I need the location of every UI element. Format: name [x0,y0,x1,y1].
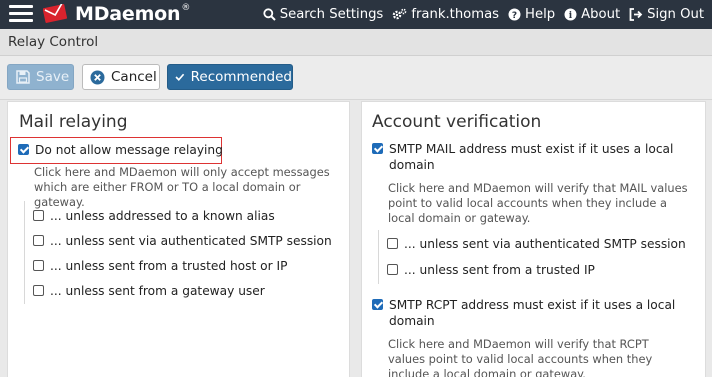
auth-label: ... unless sent via authenticated SMTP s… [50,234,332,248]
user-name-label: frank.thomas [411,7,500,22]
mail-trusted-ip-label: ... unless sent from a trusted IP [404,263,595,277]
indent-guide [24,201,25,304]
smtp-rcpt-option[interactable]: SMTP RCPT address must exist if it uses … [372,297,692,329]
mail-exception-auth[interactable]: ... unless sent via authenticated SMTP s… [387,236,686,252]
checkmark-icon [175,73,185,81]
mail-auth-label: ... unless sent via authenticated SMTP s… [404,237,686,251]
logo[interactable]: MDaemon ® [43,3,190,25]
no-relay-option[interactable]: Do not allow message relaying [18,142,223,158]
about-label: About [581,7,621,22]
smtp-rcpt-label: SMTP RCPT address must exist if it uses … [389,298,676,328]
about-link[interactable]: i About [564,7,620,22]
mail-auth-checkbox[interactable] [387,238,398,249]
relay-exception-gateway[interactable]: ... unless sent from a gateway user [33,283,265,299]
mail-relaying-panel: Mail relaying Do not allow message relay… [7,101,350,377]
close-icon [90,70,105,84]
sign-out-icon [629,8,643,21]
trusted-host-label: ... unless sent from a trusted host or I… [50,259,288,273]
auth-checkbox[interactable] [33,235,44,246]
recommended-label: Recommended [190,69,292,85]
gateway-checkbox[interactable] [33,285,44,296]
smtp-mail-checkbox[interactable] [372,143,383,154]
smtp-mail-label: SMTP MAIL address must exist if it uses … [389,142,674,172]
save-button[interactable]: Save [7,64,74,90]
relay-exception-alias[interactable]: ... unless addressed to a known alias [33,208,275,224]
sign-out-link[interactable]: Sign Out [629,7,704,22]
save-label: Save [36,69,70,85]
search-icon [263,8,276,21]
user-menu-link[interactable]: frank.thomas [392,7,499,22]
recommended-button[interactable]: Recommended [167,64,293,90]
info-icon: i [564,8,577,21]
alias-checkbox[interactable] [33,210,44,221]
svg-text:?: ? [512,11,517,21]
sign-out-label: Sign Out [647,7,704,22]
no-relay-label: Do not allow message relaying [35,143,223,157]
trusted-host-checkbox[interactable] [33,260,44,271]
cogs-icon [393,8,407,20]
search-settings-label: Search Settings [279,7,384,22]
brand-registered: ® [181,3,191,13]
search-settings-link[interactable]: Search Settings [263,7,384,22]
svg-text:i: i [569,11,573,21]
smtp-rcpt-checkbox[interactable] [372,299,383,310]
alias-label: ... unless addressed to a known alias [50,209,275,223]
cancel-button[interactable]: Cancel [82,64,160,90]
no-relay-checkbox[interactable] [18,144,29,155]
smtp-rcpt-description: Click here and MDaemon will verify that … [388,337,653,377]
smtp-mail-description: Click here and MDaemon will verify that … [388,181,688,225]
title-bar: Relay Control [0,29,712,56]
smtp-mail-option[interactable]: SMTP MAIL address must exist if it uses … [372,141,692,173]
top-nav: Search Settings frank.thomas ? Help i Ab… [254,0,704,29]
account-verification-panel: Account verification SMTP MAIL address m… [361,101,706,377]
page-title: Relay Control [8,34,99,50]
account-verification-title: Account verification [372,112,542,132]
mail-trusted-ip-checkbox[interactable] [387,264,398,275]
no-relay-description: Click here and MDaemon will only accept … [34,165,330,209]
top-bar: MDaemon ® Search Settings frank.thomas ? … [0,0,712,29]
mail-exception-trusted-ip[interactable]: ... unless sent from a trusted IP [387,262,595,278]
mdaemon-logo-icon [43,4,68,23]
relay-exception-trusted-host[interactable]: ... unless sent from a trusted host or I… [33,258,287,274]
floppy-disk-icon [16,70,30,84]
menu-icon[interactable] [9,4,33,24]
cancel-label: Cancel [111,69,157,85]
relay-exception-auth[interactable]: ... unless sent via authenticated SMTP s… [33,233,332,249]
help-link[interactable]: ? Help [508,7,555,22]
help-icon: ? [508,8,521,21]
gateway-label: ... unless sent from a gateway user [50,284,265,298]
mail-relaying-title: Mail relaying [19,112,128,132]
indent-guide [378,230,379,284]
toolbar: Save Cancel Recommended [0,56,712,100]
brand-name: MDaemon [75,3,181,25]
help-label: Help [525,7,556,22]
